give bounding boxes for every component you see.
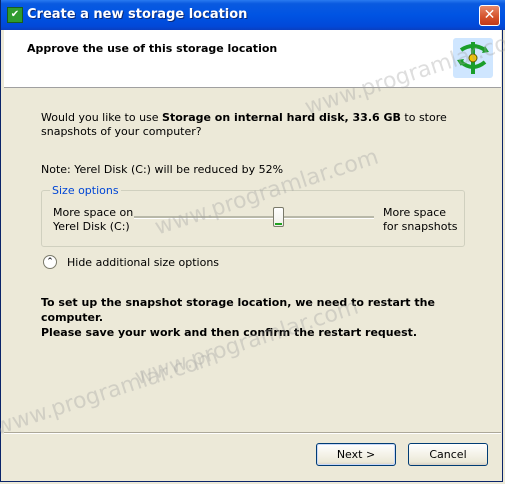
storage-name: Storage on internal hard disk, 33.6 GB: [162, 111, 401, 124]
close-icon: ✕: [483, 7, 496, 23]
footer-divider: [4, 432, 501, 434]
next-button[interactable]: Next >: [316, 443, 396, 466]
slider-right-label-line2: for snapshots: [383, 220, 458, 233]
restart-message: To set up the snapshot storage location,…: [41, 295, 481, 340]
slider-left-label-line1: More space on: [53, 206, 134, 219]
window-title: Create a new storage location: [27, 7, 248, 22]
size-options-group: Size options More space on Yerel Disk (C…: [41, 184, 465, 247]
slider-left-label: More space on Yerel Disk (C:): [53, 206, 133, 234]
dialog-header: Approve the use of this storage location: [4, 30, 501, 88]
toggle-label[interactable]: Hide additional size options: [67, 256, 219, 269]
header-title: Approve the use of this storage location: [27, 42, 278, 55]
chevron-up-icon[interactable]: ⌃: [43, 255, 57, 269]
app-check-icon: ✔: [7, 7, 23, 23]
dialog-window: ✔ Create a new storage location ✕ Approv…: [0, 0, 505, 482]
slider-left-label-line2: Yerel Disk (C:): [53, 220, 130, 233]
cancel-button[interactable]: Cancel: [408, 443, 488, 466]
close-button[interactable]: ✕: [479, 5, 500, 26]
size-slider-thumb[interactable]: [273, 207, 284, 227]
slider-right-label-line1: More space: [383, 206, 447, 219]
title-bar[interactable]: ✔ Create a new storage location ✕: [1, 0, 505, 30]
storage-question: Would you like to use Storage on interna…: [41, 111, 461, 139]
question-prefix: Would you like to use: [41, 111, 163, 124]
slider-right-label: More space for snapshots: [383, 206, 458, 234]
size-slider-track[interactable]: [134, 216, 374, 219]
restart-line1: To set up the snapshot storage location,…: [41, 296, 435, 324]
storage-sync-icon: [453, 38, 493, 78]
reduction-note: Note: Yerel Disk (C:) will be reduced by…: [41, 163, 284, 176]
restart-line2: Please save your work and then confirm t…: [41, 326, 418, 339]
size-options-legend: Size options: [50, 184, 121, 197]
